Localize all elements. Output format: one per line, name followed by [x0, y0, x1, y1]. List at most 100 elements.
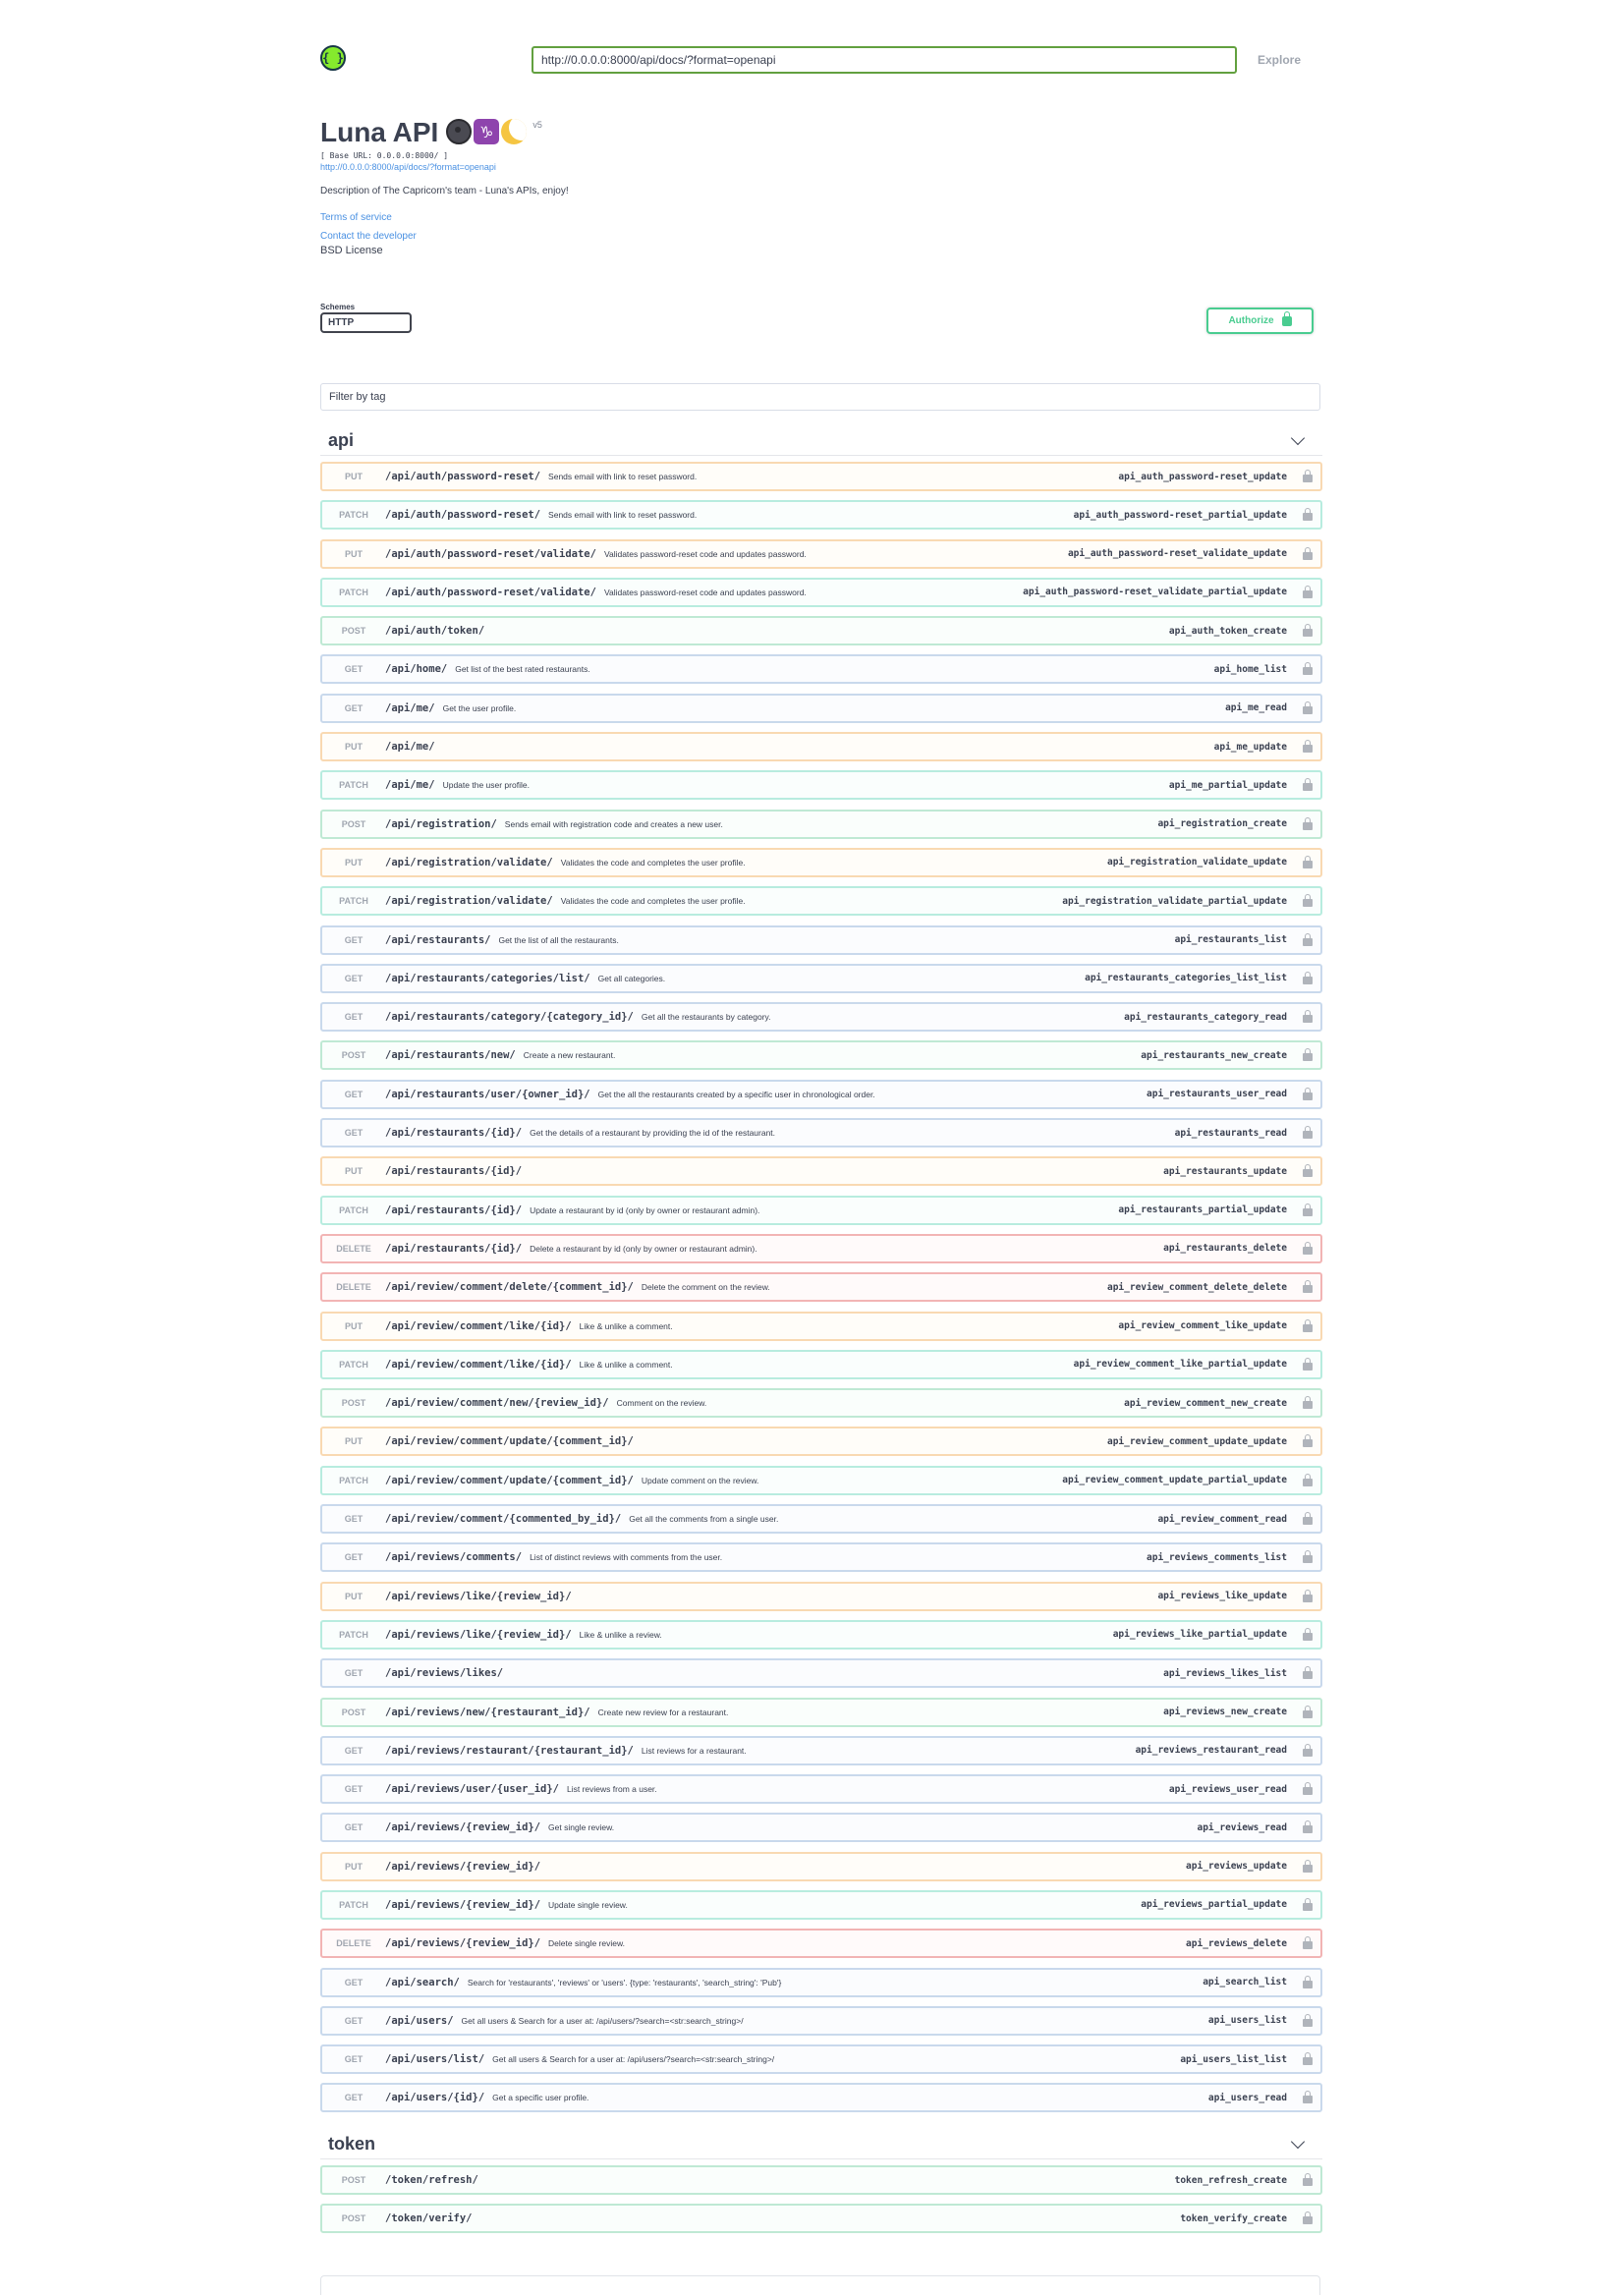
lock-icon[interactable] [1303, 1859, 1313, 1873]
operation-row[interactable]: PATCH/api/auth/password-reset/Sends emai… [320, 500, 1322, 531]
operation-row[interactable]: GET/api/users/list/Get all users & Searc… [320, 2044, 1322, 2075]
lock-icon[interactable] [1303, 1473, 1313, 1486]
filter-by-tag-input[interactable] [320, 383, 1320, 411]
operation-row[interactable]: POST/token/refresh/token_refresh_create [320, 2165, 1322, 2195]
lock-icon[interactable] [1303, 1589, 1313, 1602]
lock-icon[interactable] [1303, 1434, 1313, 1448]
lock-icon[interactable] [1303, 855, 1313, 868]
lock-icon[interactable] [1303, 740, 1313, 754]
lock-icon[interactable] [1303, 894, 1313, 908]
lock-icon[interactable] [1303, 2052, 1313, 2066]
lock-icon[interactable] [1303, 1666, 1313, 1680]
operation-row[interactable]: DELETE/api/restaurants/{id}/ Delete a res… [320, 1233, 1322, 1263]
operation-row[interactable]: POST/token/verify/token_verify_create [320, 2204, 1322, 2234]
lock-icon[interactable] [1303, 1010, 1313, 1024]
operation-row[interactable]: PUT/api/auth/password-reset/Sends email … [320, 462, 1322, 491]
lock-icon[interactable] [1303, 1048, 1313, 1062]
operation-row[interactable]: GET/api/restaurants/{id}/ Get the details… [320, 1118, 1322, 1148]
lock-icon[interactable] [1303, 1782, 1313, 1796]
operation-row[interactable]: PATCH/api/restaurants/{id}/ Update a rest… [320, 1195, 1322, 1225]
operation-row[interactable]: GET/api/users/Get all users & Search for… [320, 2005, 1322, 2036]
schemes-select[interactable]: HTTP [320, 312, 412, 333]
operation-row[interactable]: GET/api/search/Search for 'restaurants',… [320, 1967, 1322, 1997]
swagger-logo-icon[interactable]: { } [320, 45, 346, 71]
lock-icon[interactable] [1303, 1280, 1313, 1294]
operation-row[interactable]: PUT/api/reviews/like/{review_id}/ api_rev… [320, 1581, 1322, 1611]
operation-row[interactable]: PATCH/api/registration/validate/Validate… [320, 886, 1322, 917]
lock-icon[interactable] [1303, 662, 1313, 676]
operation-row[interactable]: DELETE/api/reviews/{review_id}/ Delete si… [320, 1929, 1322, 1959]
operation-row[interactable]: POST/api/review/comment/new/{review_id}/… [320, 1388, 1322, 1419]
operation-row[interactable]: PATCH/api/review/comment/update/{comment… [320, 1465, 1322, 1495]
operation-row[interactable]: DELETE/api/review/comment/delete/{commen… [320, 1272, 1322, 1303]
operation-row[interactable]: POST/api/restaurants/new/Create a new re… [320, 1040, 1322, 1071]
operation-row[interactable]: PUT/api/restaurants/{id}/ api_restaurants… [320, 1156, 1322, 1187]
lock-icon[interactable] [1303, 2211, 1313, 2225]
operation-row[interactable]: PUT/api/auth/password-reset/validate/Val… [320, 538, 1322, 569]
operation-row[interactable]: GET/api/restaurants/Get the list of all … [320, 924, 1322, 955]
operation-row[interactable]: GET/api/users/{id}/ Get a specific user p… [320, 2083, 1322, 2113]
chevron-down-icon[interactable] [1290, 430, 1306, 446]
operation-row[interactable]: PUT/api/reviews/{review_id}/ api_reviews_… [320, 1851, 1322, 1881]
operation-row[interactable]: PATCH/api/reviews/like/{review_id}/ Like … [320, 1619, 1322, 1650]
operation-row[interactable]: PUT/api/registration/validate/Validates … [320, 847, 1322, 877]
operation-row[interactable]: PATCH/api/reviews/{review_id}/ Update sin… [320, 1889, 1322, 1920]
operation-row[interactable]: GET/api/reviews/comments/List of distinc… [320, 1542, 1322, 1573]
lock-icon[interactable] [1303, 1357, 1313, 1371]
lock-icon[interactable] [1303, 1705, 1313, 1718]
lock-icon[interactable] [1303, 2013, 1313, 2027]
lock-icon[interactable] [1303, 1820, 1313, 1834]
operation-row[interactable]: GET/api/reviews/{review_id}/ Get single r… [320, 1813, 1322, 1843]
operation-row[interactable]: GET/api/review/comment/{commented_by_id}… [320, 1504, 1322, 1535]
lock-icon[interactable] [1303, 1627, 1313, 1641]
terms-of-service-link[interactable]: Terms of service [320, 212, 1322, 223]
lock-icon[interactable] [1303, 1975, 1313, 1988]
contact-developer-link[interactable]: Contact the developer [320, 231, 1322, 242]
operation-row[interactable]: PUT/api/review/comment/like/{id}/ Like & … [320, 1311, 1322, 1341]
spec-url-input[interactable] [532, 46, 1237, 74]
lock-icon[interactable] [1303, 624, 1313, 638]
lock-icon[interactable] [1303, 1936, 1313, 1950]
operation-row[interactable]: GET/api/restaurants/user/{owner_id}/ Get … [320, 1079, 1322, 1109]
lock-icon[interactable] [1303, 1126, 1313, 1140]
lock-icon[interactable] [1303, 1203, 1313, 1216]
lock-icon[interactable] [1303, 816, 1313, 830]
explore-button[interactable]: Explore [1240, 46, 1318, 74]
chevron-down-icon[interactable] [1290, 2134, 1306, 2150]
operation-row[interactable]: GET/api/me/Get the user profile. api_me_r… [320, 693, 1322, 723]
lock-icon[interactable] [1303, 932, 1313, 946]
operation-row[interactable]: PATCH/api/auth/password-reset/validate/V… [320, 577, 1322, 607]
operation-row[interactable]: GET/api/home/Get list of the best rated … [320, 654, 1322, 685]
lock-icon[interactable] [1303, 2091, 1313, 2104]
lock-icon[interactable] [1303, 1318, 1313, 1332]
operation-row[interactable]: GET/api/restaurants/category/{category_i… [320, 1002, 1322, 1033]
lock-icon[interactable] [1303, 1512, 1313, 1526]
lock-icon[interactable] [1303, 1897, 1313, 1911]
lock-icon[interactable] [1303, 1396, 1313, 1410]
operation-row[interactable]: GET/api/restaurants/categories/list/Get … [320, 963, 1322, 993]
tag-header[interactable]: token [320, 2130, 1322, 2159]
operation-row[interactable]: GET/api/reviews/user/{user_id}/ List revi… [320, 1774, 1322, 1805]
tag-header[interactable]: api [320, 426, 1322, 456]
lock-icon[interactable] [1303, 1164, 1313, 1178]
lock-icon[interactable] [1303, 971, 1313, 984]
lock-icon[interactable] [1303, 546, 1313, 560]
operation-row[interactable]: GET/api/reviews/restaurant/{restaurant_i… [320, 1735, 1322, 1765]
lock-icon[interactable] [1303, 1550, 1313, 1564]
authorize-button[interactable]: Authorize [1206, 308, 1314, 334]
operation-row[interactable]: GET/api/reviews/likes/api_reviews_likes_… [320, 1658, 1322, 1689]
operation-row[interactable]: PUT/api/me/api_me_update [320, 732, 1322, 762]
spec-url-link[interactable]: http://0.0.0.0:8000/api/docs/?format=ope… [320, 162, 1322, 172]
operation-row[interactable]: POST/api/registration/Sends email with r… [320, 809, 1322, 839]
lock-icon[interactable] [1303, 1241, 1313, 1255]
operation-row[interactable]: PATCH/api/review/comment/like/{id}/ Like … [320, 1349, 1322, 1379]
operation-row[interactable]: PATCH/api/me/Update the user profile. api… [320, 770, 1322, 801]
lock-icon[interactable] [1303, 700, 1313, 714]
operation-row[interactable]: POST/api/reviews/new/{restaurant_id}/ Cre… [320, 1697, 1322, 1727]
operation-row[interactable]: PUT/api/review/comment/update/{comment_i… [320, 1427, 1322, 1457]
lock-icon[interactable] [1303, 778, 1313, 792]
lock-icon[interactable] [1303, 585, 1313, 598]
lock-icon[interactable] [1303, 508, 1313, 522]
lock-icon[interactable] [1303, 470, 1313, 482]
lock-icon[interactable] [1303, 1743, 1313, 1757]
